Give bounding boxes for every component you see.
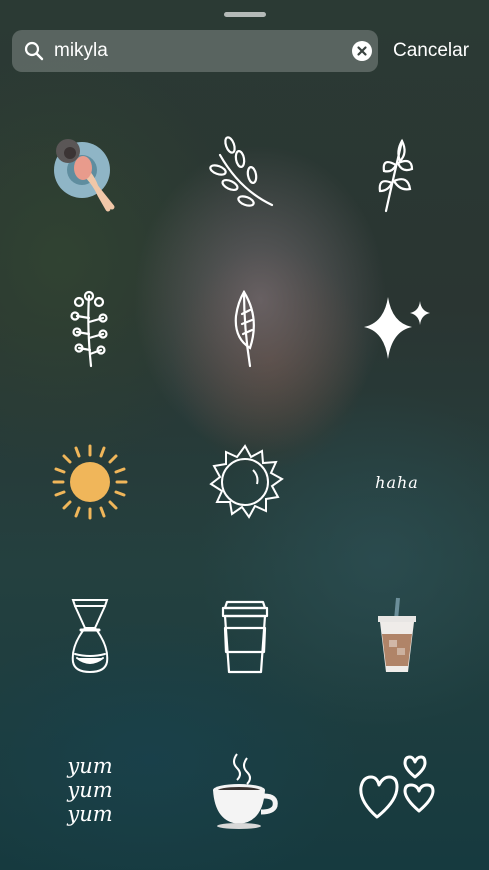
clear-search-icon[interactable] (352, 41, 372, 61)
coffee-carafe-sticker[interactable] (30, 576, 150, 696)
hearts-sticker[interactable] (337, 730, 457, 850)
yellow-sun-sticker[interactable] (30, 422, 150, 542)
yum-line-3: yum (67, 802, 113, 826)
sparkles-sticker[interactable] (337, 268, 457, 388)
reusable-cup-sticker[interactable] (185, 576, 305, 696)
single-leaf-sticker[interactable] (185, 268, 305, 388)
haha-text: haha (375, 472, 419, 492)
woman-on-pool-float-sticker[interactable] (30, 115, 150, 235)
olive-branch-sticker[interactable] (185, 115, 305, 235)
flower-sprig-sticker[interactable] (30, 268, 150, 388)
search-bar[interactable]: mikyla (12, 30, 378, 72)
search-icon (24, 41, 44, 61)
iced-coffee-sticker[interactable] (337, 576, 457, 696)
yum-line-1: yum (67, 754, 113, 778)
yum-line-2: yum (67, 778, 113, 802)
cancel-button[interactable]: Cancelar (393, 40, 469, 62)
hot-coffee-cup-sticker[interactable] (185, 730, 305, 850)
outline-sun-sticker[interactable] (185, 422, 305, 542)
yum-text-sticker[interactable]: yum yum yum (30, 730, 150, 850)
sheet-grab-handle[interactable] (224, 12, 266, 17)
search-input[interactable]: mikyla (54, 40, 108, 62)
leafy-sprig-sticker[interactable] (337, 115, 457, 235)
haha-text-sticker[interactable]: haha (337, 422, 457, 542)
